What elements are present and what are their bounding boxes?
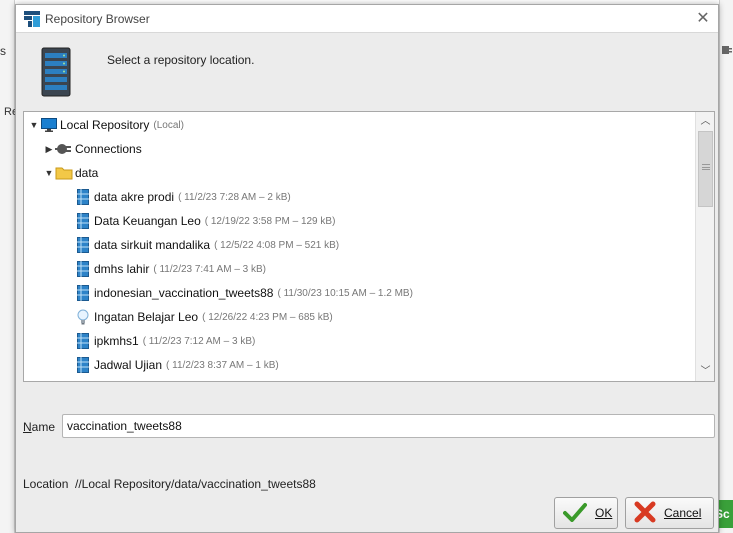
plug-icon[interactable] bbox=[720, 42, 732, 60]
data-table-icon bbox=[74, 188, 92, 206]
tree-node-label: Ingatan Belajar Leo bbox=[94, 310, 199, 324]
tree-node-label: indonesian_vaccination_tweets88 bbox=[94, 286, 274, 300]
tree-node-label: Jadwal Ujian bbox=[94, 358, 163, 372]
scroll-up-icon[interactable]: ︿ bbox=[697, 113, 714, 130]
ok-button[interactable]: OK bbox=[554, 497, 618, 529]
ok-button-label: OK bbox=[595, 506, 613, 520]
expand-arrow-icon[interactable]: ▶ bbox=[43, 143, 55, 155]
checkmark-icon bbox=[563, 502, 587, 525]
data-table-icon bbox=[74, 212, 92, 230]
tree-item-jadwal-ujian[interactable]: Jadwal Ujian ( 11/2/23 8:37 AM – 1 kB) bbox=[74, 354, 714, 376]
tree-node-meta: ( 11/2/23 7:41 AM – 3 kB) bbox=[153, 263, 267, 275]
dialog-instruction: Select a repository location. bbox=[107, 53, 255, 67]
grip-icon bbox=[702, 164, 710, 170]
tree-scrollbar[interactable]: ︿ ﹀ bbox=[695, 112, 714, 381]
data-table-icon bbox=[74, 380, 92, 381]
tree-node-meta: (Local) bbox=[153, 119, 184, 131]
tree-item-indonesian-vaccination-tweets88[interactable]: indonesian_vaccination_tweets88 ( 11/30/… bbox=[74, 282, 714, 304]
scrollbar-thumb[interactable] bbox=[698, 131, 713, 207]
collapse-arrow-icon[interactable]: ▼ bbox=[28, 119, 40, 131]
app-logo-icon bbox=[24, 11, 40, 27]
name-label: Name bbox=[23, 420, 56, 434]
tree-item-ingatan-belajar-leo[interactable]: Ingatan Belajar Leo ( 12/26/22 4:23 PM –… bbox=[74, 306, 714, 328]
data-table-icon bbox=[74, 284, 92, 302]
tree-item-data-keuangan-leo[interactable]: Data Keuangan Leo ( 12/19/22 3:58 PM – 1… bbox=[74, 210, 714, 232]
tree-node-label: ipkmhs1 bbox=[94, 334, 139, 348]
lightbulb-icon bbox=[74, 308, 92, 326]
location-value: //Local Repository/data/vaccination_twee… bbox=[75, 477, 316, 491]
server-icon bbox=[41, 47, 71, 97]
tree-node-meta: ( 11/2/23 7:28 AM – 2 kB) bbox=[178, 191, 291, 203]
tree-node-meta: ( 11/2/23 8:37 AM – 1 kB) bbox=[166, 359, 279, 371]
tree-node-meta: ( 12/19/22 3:58 PM – 129 kB) bbox=[204, 215, 336, 227]
data-table-icon bbox=[74, 236, 92, 254]
tree-node-label: dmhs lahir bbox=[94, 262, 150, 276]
tree-node-label: data bbox=[75, 166, 99, 180]
location-label: Location bbox=[23, 477, 69, 491]
plug-icon bbox=[55, 140, 73, 158]
folder-icon bbox=[55, 164, 73, 182]
tree-item-data-akre-prodi[interactable]: data akre prodi ( 11/2/23 7:28 AM – 2 kB… bbox=[74, 186, 714, 208]
background-left-text: s bbox=[0, 44, 6, 58]
repository-tree[interactable]: ▼ Local Repository (Local) ▶ Connections… bbox=[23, 111, 715, 382]
tree-node-meta: ( 12/26/22 4:23 PM – 685 kB) bbox=[202, 311, 333, 323]
data-table-icon bbox=[74, 332, 92, 350]
repository-browser-dialog: Repository Browser ✕ Select a repository… bbox=[15, 4, 719, 533]
tree-node-label: Local Repository bbox=[60, 118, 150, 132]
tree-node-label: data sirkuit mandalika bbox=[94, 238, 211, 252]
name-input[interactable] bbox=[62, 414, 715, 438]
tree-item-data-sirkuit-mandalika[interactable]: data sirkuit mandalika ( 12/5/22 4:08 PM… bbox=[74, 234, 714, 256]
tree-node-label: Connections bbox=[75, 142, 142, 156]
data-table-icon bbox=[74, 356, 92, 374]
tree-node-data-folder[interactable]: ▼ data bbox=[43, 162, 714, 184]
collapse-arrow-icon[interactable]: ▼ bbox=[43, 167, 55, 179]
close-icon[interactable]: ✕ bbox=[692, 8, 714, 30]
tree-node-meta: ( 11/30/23 10:15 AM – 1.2 MB) bbox=[277, 287, 413, 299]
tree-node-label: Data Keuangan Leo bbox=[94, 214, 201, 228]
scroll-down-icon[interactable]: ﹀ bbox=[697, 363, 714, 380]
tree-item-partial[interactable] bbox=[74, 378, 714, 381]
background-left-panel: s Re bbox=[0, 0, 18, 533]
cancel-button-label: Cancel bbox=[664, 506, 702, 520]
tree-item-ipkmhs1[interactable]: ipkmhs1 ( 11/2/23 7:12 AM – 3 kB) bbox=[74, 330, 714, 352]
tree-node-meta: ( 12/5/22 4:08 PM – 521 kB) bbox=[214, 239, 340, 251]
data-table-icon bbox=[74, 260, 92, 278]
tree-node-connections[interactable]: ▶ Connections bbox=[43, 138, 714, 160]
dialog-title: Repository Browser bbox=[45, 12, 150, 26]
tree-item-dmhs-lahir[interactable]: dmhs lahir ( 11/2/23 7:41 AM – 3 kB) bbox=[74, 258, 714, 280]
cancel-x-icon bbox=[634, 501, 656, 526]
tree-node-local-repository[interactable]: ▼ Local Repository (Local) bbox=[28, 114, 700, 136]
cancel-button[interactable]: Cancel bbox=[625, 497, 714, 529]
tree-node-meta: ( 11/2/23 7:12 AM – 3 kB) bbox=[142, 335, 256, 347]
monitor-icon bbox=[40, 116, 58, 134]
tree-node-label: data akre prodi bbox=[94, 190, 175, 204]
background-right-panel bbox=[719, 0, 733, 533]
title-bar: Repository Browser ✕ bbox=[16, 5, 718, 33]
